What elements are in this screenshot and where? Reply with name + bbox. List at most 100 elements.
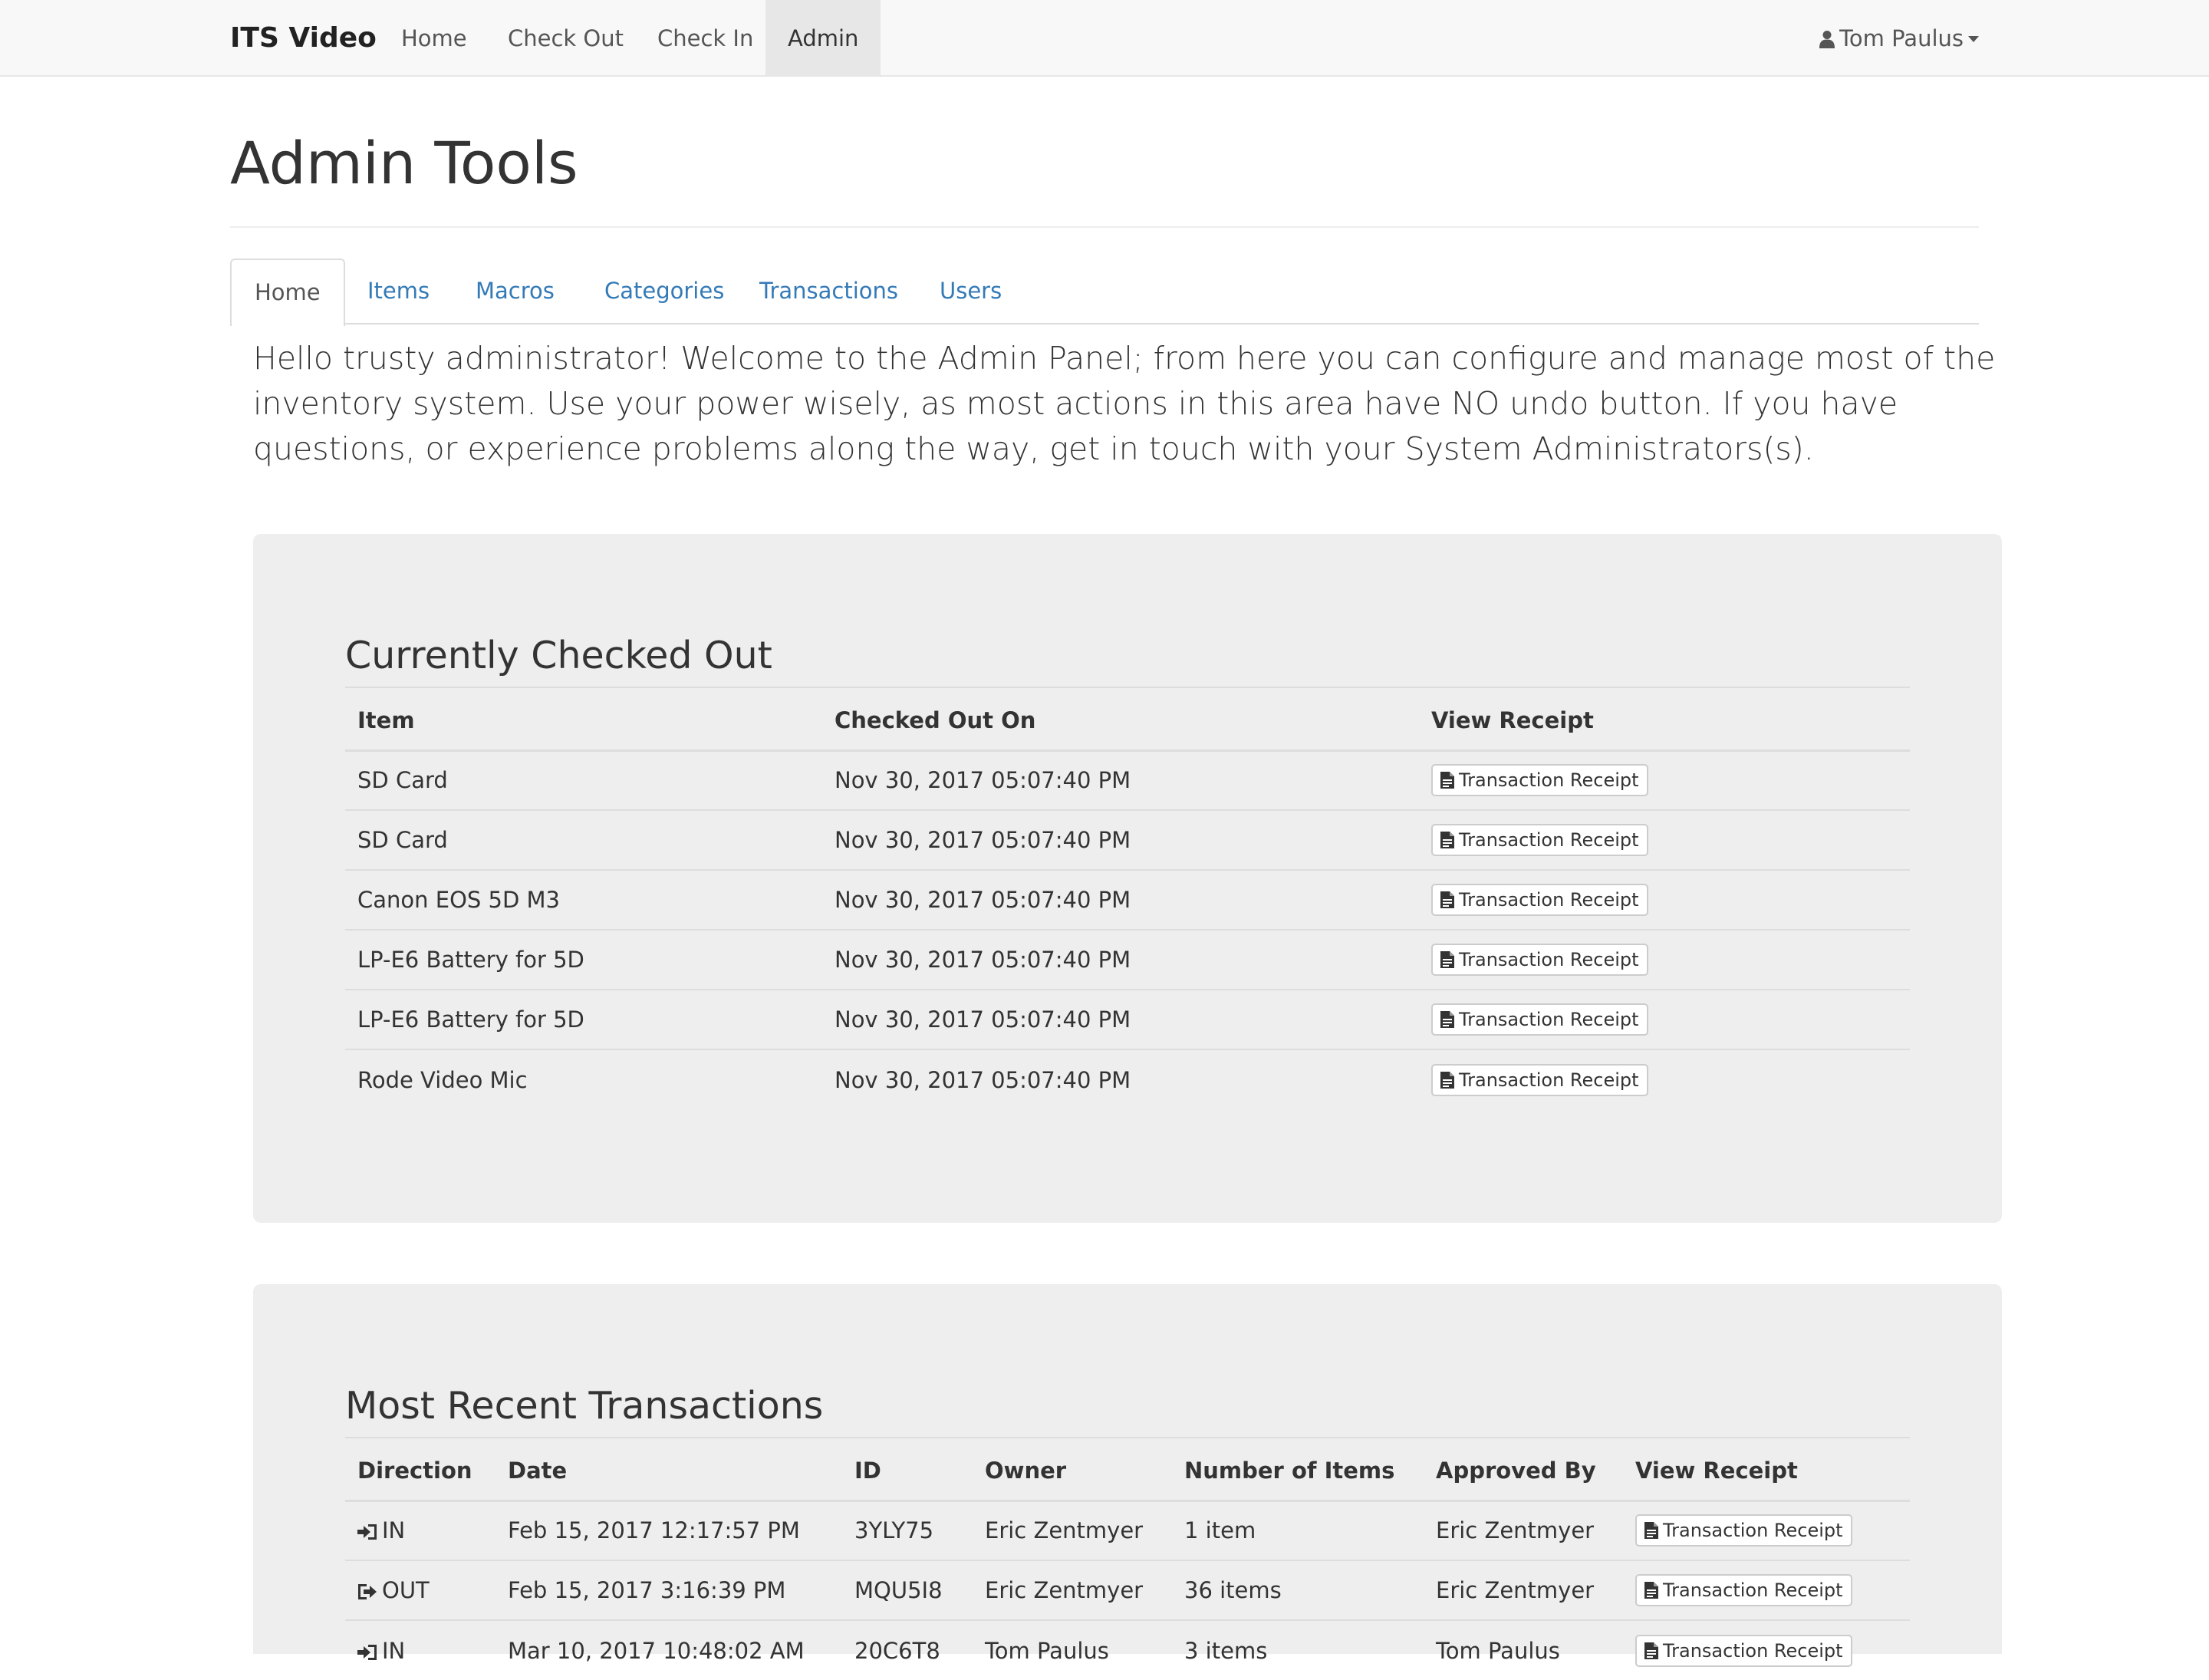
- checkout-date: Nov 30, 2017 05:07:40 PM: [822, 869, 1419, 930]
- item-name: SD Card: [357, 767, 448, 794]
- sign-in-icon: [357, 1524, 377, 1540]
- direction-cell: IN: [345, 1619, 495, 1680]
- table-row: IN Feb 15, 2017 12:17:57 PM 3YLY75 Eric …: [345, 1500, 1910, 1560]
- tab-items[interactable]: Items: [344, 259, 453, 324]
- nav-check-out[interactable]: Check Out: [486, 0, 646, 77]
- recent-transactions-table: Direction Date ID Owner Number of Items …: [345, 1442, 1910, 1680]
- file-icon: [1440, 832, 1454, 848]
- receipt-label: Transaction Receipt: [1459, 949, 1639, 970]
- section-divider: [345, 687, 1910, 688]
- direction-label: OUT: [382, 1577, 430, 1603]
- receipt-label: Transaction Receipt: [1459, 1009, 1639, 1030]
- transaction-id: MQU5I8: [842, 1560, 973, 1620]
- file-icon: [1644, 1582, 1658, 1599]
- transaction-receipt-button[interactable]: Transaction Receipt: [1431, 884, 1648, 916]
- table-row: SD Card Nov 30, 2017 05:07:40 PM Transac…: [345, 750, 1910, 810]
- file-icon: [1440, 1011, 1454, 1028]
- item-count: 3 items: [1172, 1619, 1424, 1680]
- nav-check-in[interactable]: Check In: [635, 0, 775, 77]
- tab-users[interactable]: Users: [917, 259, 1025, 324]
- approved-by: Eric Zentmyer: [1424, 1560, 1623, 1620]
- direction-cell: IN: [345, 1500, 495, 1560]
- file-icon: [1644, 1522, 1658, 1540]
- tab-macros[interactable]: Macros: [453, 259, 578, 324]
- nav-home[interactable]: Home: [379, 0, 489, 77]
- transaction-receipt-button[interactable]: Transaction Receipt: [1431, 944, 1648, 976]
- recent-transactions-panel: Most Recent Transactions Direction Date …: [253, 1284, 2002, 1680]
- column-header: ID: [842, 1442, 973, 1502]
- nav-admin[interactable]: Admin: [765, 0, 881, 77]
- direction-label: IN: [382, 1637, 406, 1664]
- user-name: Tom Paulus: [1839, 25, 1964, 51]
- checkout-date: Nov 30, 2017 05:07:40 PM: [822, 989, 1419, 1049]
- transaction-owner: Eric Zentmyer: [973, 1560, 1172, 1620]
- item-name: Canon EOS 5D M3: [345, 869, 822, 930]
- item-count: 36 items: [1172, 1560, 1424, 1620]
- admin-tabs: Home Items Macros Categories Transaction…: [230, 259, 1979, 326]
- column-header: Date: [495, 1442, 842, 1502]
- column-header: Item: [345, 692, 822, 752]
- transaction-receipt-button[interactable]: Transaction Receipt: [1431, 824, 1648, 856]
- column-header: Checked Out On: [822, 692, 1419, 752]
- column-header: Direction: [345, 1442, 495, 1502]
- transaction-receipt-button[interactable]: Transaction Receipt: [1431, 764, 1648, 797]
- transaction-id: 3YLY75: [854, 1517, 934, 1544]
- checked-out-title: Currently Checked Out: [345, 634, 772, 677]
- receipt-label: Transaction Receipt: [1663, 1520, 1843, 1542]
- checked-out-panel: Currently Checked Out Item Checked Out O…: [253, 534, 2002, 1223]
- direction-cell: OUT: [345, 1560, 495, 1620]
- column-header: View Receipt: [1419, 692, 1910, 752]
- checked-out-table: Item Checked Out On View Receipt SD Card…: [345, 692, 1910, 1109]
- file-icon: [1644, 1642, 1658, 1659]
- item-name: LP-E6 Battery for 5D: [345, 989, 822, 1049]
- top-navbar: ITS Video Home Check Out Check In Admin …: [0, 0, 2209, 77]
- table-row: LP-E6 Battery for 5D Nov 30, 2017 05:07:…: [345, 989, 1910, 1049]
- receipt-label: Transaction Receipt: [1459, 829, 1639, 851]
- transaction-owner: Eric Zentmyer: [985, 1517, 1144, 1544]
- file-icon: [1440, 891, 1454, 908]
- transaction-date: Feb 15, 2017 12:17:57 PM: [508, 1517, 800, 1544]
- checkout-date: Nov 30, 2017 05:07:40 PM: [822, 1049, 1419, 1109]
- column-header: Owner: [973, 1442, 1172, 1502]
- transaction-receipt-button[interactable]: Transaction Receipt: [1431, 1063, 1648, 1096]
- file-icon: [1440, 951, 1454, 968]
- transaction-owner: Tom Paulus: [973, 1619, 1172, 1680]
- column-header: Number of Items: [1172, 1442, 1424, 1502]
- transaction-receipt-button[interactable]: Transaction Receipt: [1431, 1003, 1648, 1036]
- approved-by: Eric Zentmyer: [1436, 1517, 1595, 1544]
- file-icon: [1440, 1071, 1454, 1089]
- title-divider: [230, 226, 1979, 228]
- page-title: Admin Tools: [230, 129, 578, 197]
- table-row: Rode Video Mic Nov 30, 2017 05:07:40 PM …: [345, 1049, 1910, 1109]
- item-name: SD Card: [345, 809, 822, 870]
- receipt-label: Transaction Receipt: [1663, 1639, 1843, 1662]
- table-header-row: Direction Date ID Owner Number of Items …: [345, 1442, 1910, 1502]
- table-header-row: Item Checked Out On View Receipt: [345, 692, 1910, 752]
- item-name: Rode Video Mic: [345, 1049, 822, 1109]
- column-header: Approved By: [1424, 1442, 1623, 1502]
- tab-transactions[interactable]: Transactions: [736, 259, 921, 324]
- sign-in-icon: [357, 1644, 377, 1660]
- transaction-receipt-button[interactable]: Transaction Receipt: [1635, 1574, 1852, 1606]
- tab-home[interactable]: Home: [230, 259, 345, 326]
- user-menu[interactable]: Tom Paulus: [1819, 0, 1979, 77]
- brand-logo[interactable]: ITS Video: [230, 0, 377, 77]
- caret-down-icon: [1968, 36, 1979, 42]
- column-header: View Receipt: [1623, 1442, 1910, 1502]
- approved-by: Tom Paulus: [1424, 1619, 1623, 1680]
- sign-out-icon: [358, 1584, 377, 1599]
- transaction-receipt-button[interactable]: Transaction Receipt: [1635, 1514, 1852, 1547]
- file-icon: [1440, 772, 1454, 789]
- receipt-label: Transaction Receipt: [1663, 1580, 1843, 1601]
- table-row: LP-E6 Battery for 5D Nov 30, 2017 05:07:…: [345, 929, 1910, 990]
- section-divider: [345, 1437, 1910, 1438]
- transaction-receipt-button[interactable]: Transaction Receipt: [1635, 1634, 1852, 1667]
- user-icon: [1819, 25, 1839, 51]
- transaction-id: 20C6T8: [842, 1619, 973, 1680]
- transaction-date: Feb 15, 2017 3:16:39 PM: [495, 1560, 842, 1620]
- table-row: OUT Feb 15, 2017 3:16:39 PM MQU5I8 Eric …: [345, 1560, 1910, 1620]
- checkout-date: Nov 30, 2017 05:07:40 PM: [835, 767, 1131, 794]
- tab-categories[interactable]: Categories: [581, 259, 747, 324]
- item-count: 1 item: [1184, 1517, 1256, 1544]
- checkout-date: Nov 30, 2017 05:07:40 PM: [822, 809, 1419, 870]
